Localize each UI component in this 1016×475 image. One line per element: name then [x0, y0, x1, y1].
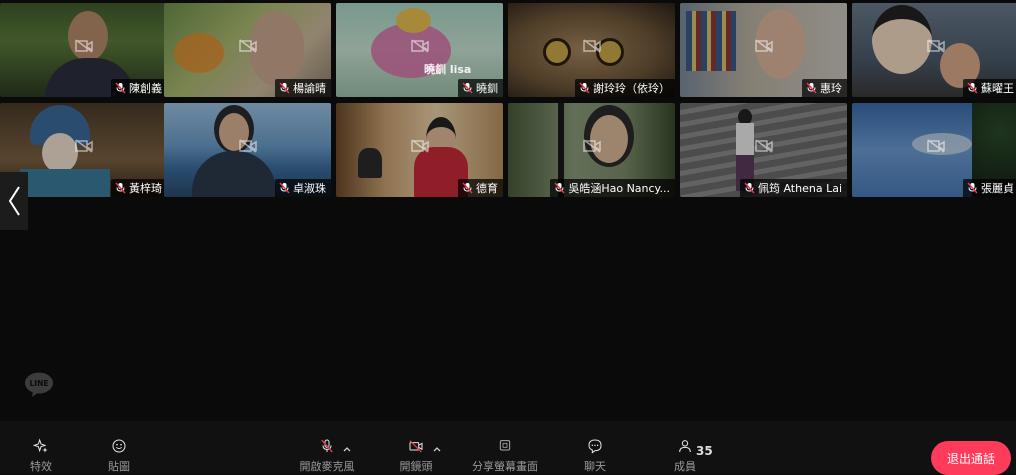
- participant-name: 楊諭晴: [293, 82, 326, 95]
- mic-muted-icon: [967, 82, 978, 94]
- participant-name: 曉釧: [476, 82, 498, 95]
- mic-options-chevron-icon[interactable]: [342, 445, 352, 453]
- participant-name-bar: 惠玲: [802, 79, 847, 97]
- camera-off-icon: [754, 139, 773, 153]
- camera-off-icon: [74, 39, 93, 53]
- video-overlay-text: 曉釧 lisa: [424, 63, 472, 76]
- mic-muted-icon: [279, 182, 290, 194]
- participant-name-bar: 陳創義: [111, 79, 167, 97]
- camera-off-icon: [410, 39, 429, 53]
- mic-muted-icon: [579, 82, 590, 94]
- participant-name-bar: 德育: [458, 179, 503, 197]
- participant-name: 張麗貞: [981, 182, 1014, 195]
- participant-name-bar: 謝玲玲（依玲）: [575, 79, 675, 97]
- mic-muted-icon: [279, 82, 290, 94]
- mic-muted-icon: [554, 182, 565, 194]
- participant-tile[interactable]: 德育: [336, 103, 503, 197]
- microphone-label: 開啟麥克風: [299, 460, 355, 473]
- smiley-icon: [112, 439, 126, 453]
- mic-muted-icon: [462, 82, 473, 94]
- participant-tile[interactable]: 陳創義: [0, 3, 167, 97]
- share-screen-icon: [499, 440, 511, 451]
- members-count: 35: [696, 444, 713, 458]
- participant-name: 陳創義: [129, 82, 162, 95]
- person-icon: [679, 440, 691, 453]
- participant-tile[interactable]: 蘇曜王: [852, 3, 1016, 97]
- mic-muted-icon: [744, 182, 755, 194]
- participant-tile[interactable]: 惠玲: [680, 3, 847, 97]
- participant-name: 黃梓琦: [129, 182, 162, 195]
- camera-options-chevron-icon[interactable]: [432, 445, 442, 453]
- share-screen-button[interactable]: 分享螢幕畫面: [470, 421, 540, 474]
- camera-off-icon: [238, 139, 257, 153]
- participant-name: 謝玲玲（依玲）: [593, 82, 670, 95]
- mic-muted-icon: [115, 182, 126, 194]
- participant-name-bar: 吳皓涵Hao Nancy...: [550, 179, 675, 197]
- participant-name: 吳皓涵Hao Nancy...: [568, 182, 670, 195]
- sparkle-icon: [32, 438, 48, 453]
- camera-off-icon: [926, 39, 945, 53]
- line-logo-text: LINE: [30, 379, 49, 388]
- participant-tile[interactable]: 曉釧 lisa 曉釧: [336, 3, 503, 97]
- chat-button[interactable]: 聊天: [578, 421, 612, 474]
- previous-page-button[interactable]: [0, 172, 28, 230]
- mic-muted-icon: [806, 82, 817, 94]
- participant-name-bar: 黃梓琦: [111, 179, 167, 197]
- leave-call-button[interactable]: 退出通話: [931, 441, 1011, 475]
- chat-label: 聊天: [584, 460, 606, 473]
- participant-tile[interactable]: 張麗貞: [852, 103, 1016, 197]
- camera-off-icon: [238, 39, 257, 53]
- stickers-button[interactable]: 貼圖: [102, 421, 136, 474]
- mic-muted-icon: [115, 82, 126, 94]
- camera-off-icon: [410, 139, 429, 153]
- chevron-left-icon: [8, 186, 20, 216]
- participant-tile[interactable]: 楊諭晴: [164, 3, 331, 97]
- participant-name-bar: 卓淑珠: [275, 179, 331, 197]
- line-logo-icon: LINE: [25, 372, 53, 397]
- participant-name: 德育: [476, 182, 498, 195]
- effects-label: 特效: [30, 460, 52, 473]
- participant-grid: 陳創義 楊諭晴 曉釧 lisa 曉釧 謝玲玲（依玲） 惠玲 蘇曜王 黃梓琦 卓淑…: [0, 0, 1016, 200]
- camera-label: 開鏡頭: [399, 460, 433, 473]
- participant-name: 惠玲: [820, 82, 842, 95]
- participant-name: 蘇曜王: [981, 82, 1014, 95]
- mic-muted-icon: [967, 182, 978, 194]
- mic-muted-icon: [321, 439, 333, 453]
- camera-off-icon: [74, 139, 93, 153]
- chat-icon: [588, 439, 602, 454]
- members-label: 成員: [674, 460, 696, 473]
- camera-off-icon: [582, 139, 601, 153]
- participant-name-bar: 張麗貞: [963, 179, 1016, 197]
- participant-name-bar: 曉釧: [458, 79, 503, 97]
- camera-button[interactable]: 開鏡頭: [396, 421, 436, 474]
- participant-name: 佩筠 Athena Lai: [757, 182, 842, 195]
- camera-off-icon: [754, 39, 773, 53]
- participant-tile[interactable]: 吳皓涵Hao Nancy...: [508, 103, 675, 197]
- effects-button[interactable]: 特效: [24, 421, 58, 474]
- participant-tile[interactable]: 佩筠 Athena Lai: [680, 103, 847, 197]
- camera-off-icon: [409, 440, 423, 453]
- mic-muted-icon: [462, 182, 473, 194]
- call-toolbar: 特效 貼圖 開啟麥克風 開鏡頭 分享螢幕畫面 聊天 成員 35: [0, 421, 1016, 474]
- camera-off-icon: [926, 139, 945, 153]
- stickers-label: 貼圖: [108, 460, 130, 473]
- share-screen-label: 分享螢幕畫面: [472, 460, 538, 473]
- participant-tile[interactable]: 卓淑珠: [164, 103, 331, 197]
- line-logo: LINE: [24, 372, 54, 398]
- camera-off-icon: [582, 39, 601, 53]
- participant-name-bar: 佩筠 Athena Lai: [739, 179, 847, 197]
- participant-name: 卓淑珠: [293, 182, 326, 195]
- participant-tile[interactable]: 謝玲玲（依玲）: [508, 3, 675, 97]
- participant-name-bar: 蘇曜王: [963, 79, 1016, 97]
- participant-name-bar: 楊諭晴: [275, 79, 331, 97]
